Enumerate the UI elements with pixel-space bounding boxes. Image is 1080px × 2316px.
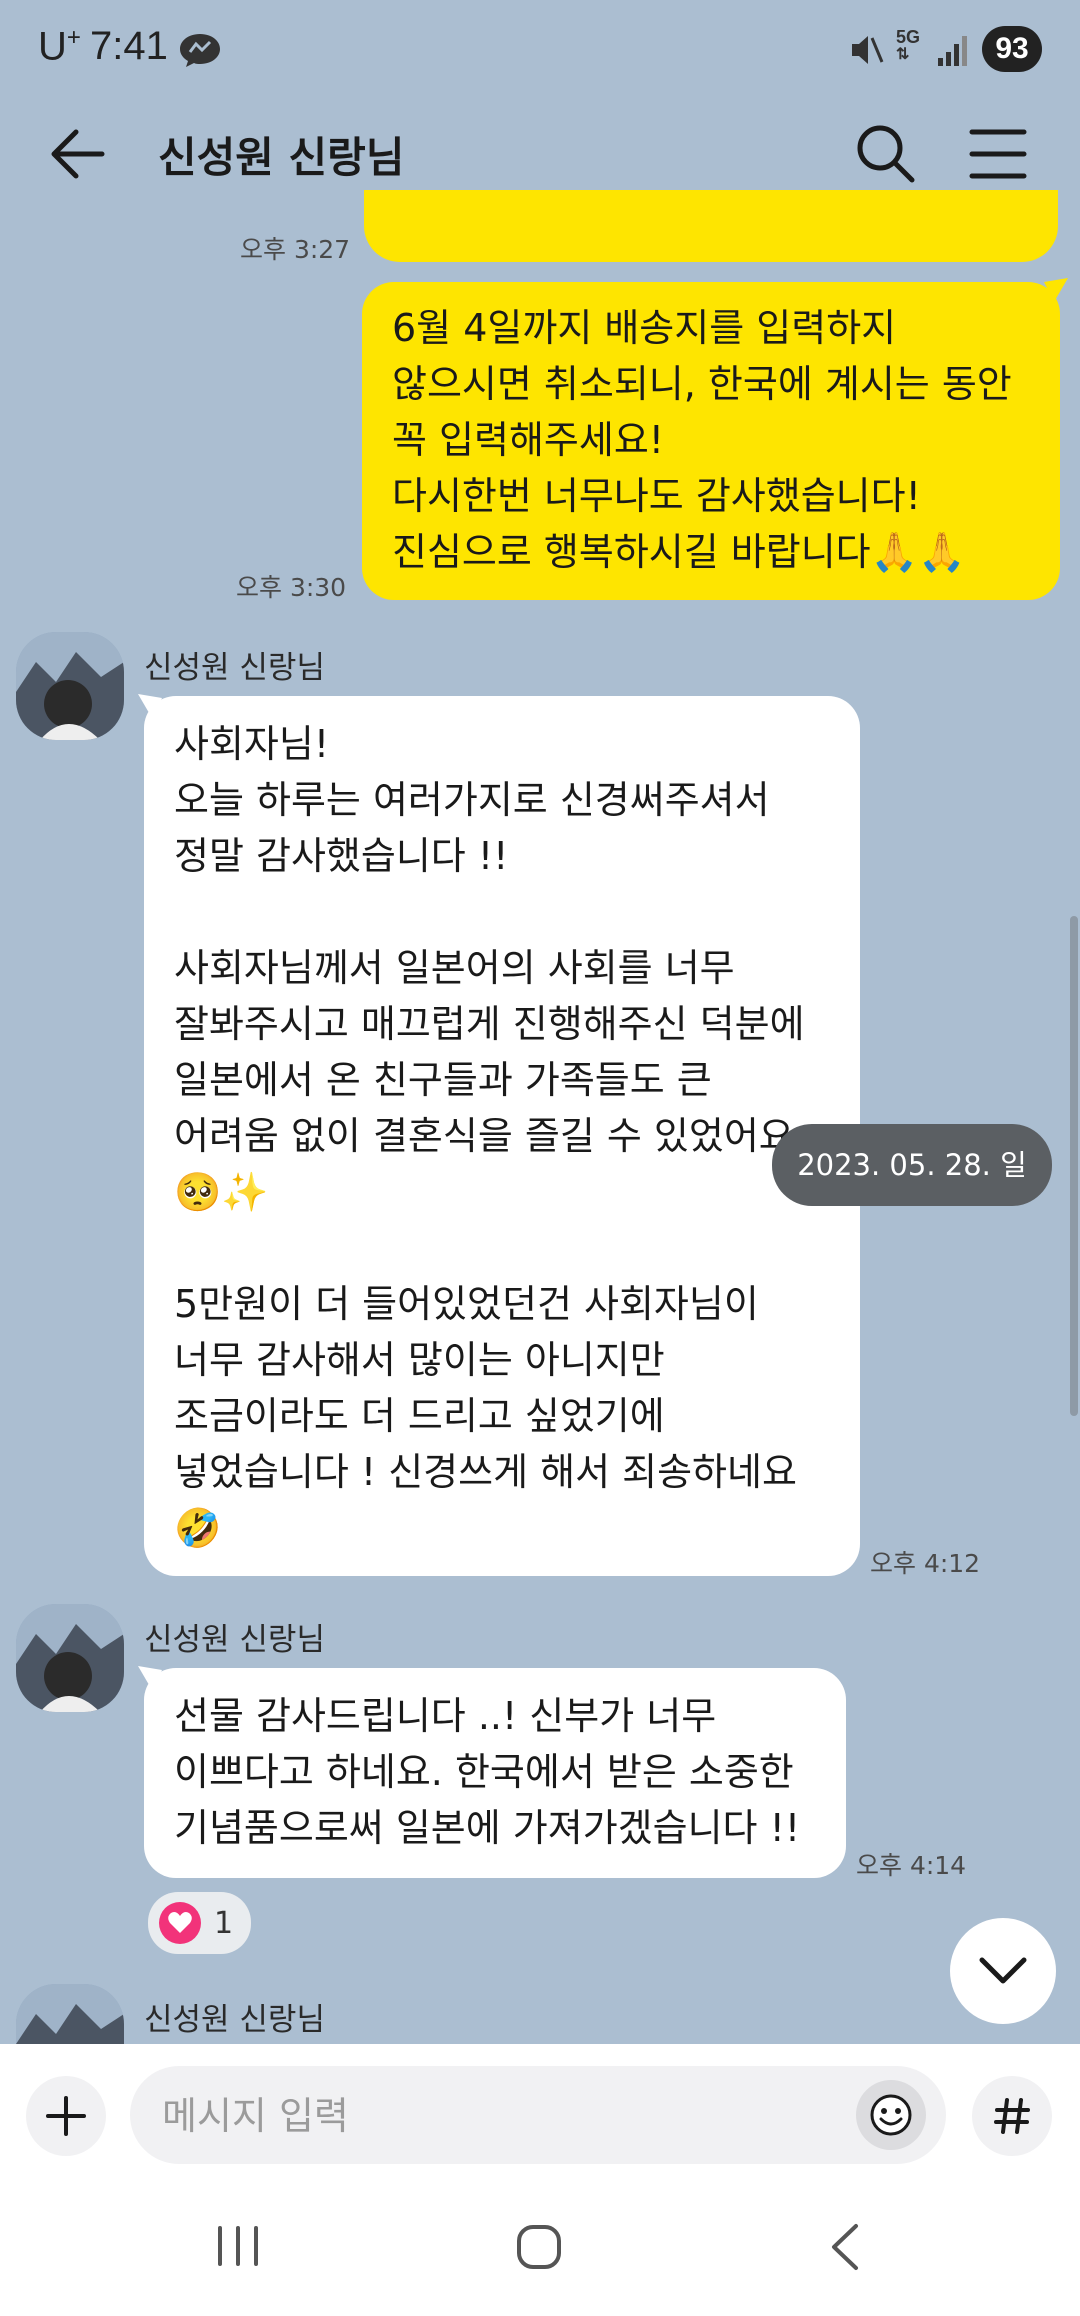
arrow-left-icon[interactable] xyxy=(46,124,108,184)
plus-icon xyxy=(46,2096,86,2136)
bubble-tail xyxy=(1044,278,1068,302)
signal-icon xyxy=(938,36,967,66)
hashtag-search-button[interactable] xyxy=(972,2076,1052,2156)
bubble-tail xyxy=(138,694,162,718)
bubble-tail xyxy=(138,1666,162,1690)
sender-name: 신성원 신랑님 xyxy=(144,2002,325,2038)
message-time: 오후 4:14 xyxy=(856,1851,967,1880)
attach-button[interactable] xyxy=(26,2076,106,2156)
recent-apps-icon[interactable] xyxy=(214,2224,262,2268)
message-time: 오후 3:30 xyxy=(236,573,347,602)
avatar[interactable] xyxy=(16,632,124,740)
message-input-container[interactable] xyxy=(130,2066,946,2164)
emoji-button[interactable] xyxy=(856,2080,926,2150)
my-message-bubble[interactable]: 6월 4일까지 배송지를 입력하지 않으시면 취소되니, 한국에 계시는 동안 … xyxy=(362,282,1060,600)
message-input[interactable] xyxy=(160,2084,804,2148)
reaction-count: 1 xyxy=(214,1905,234,1941)
sender-name: 신성원 신랑님 xyxy=(144,1622,325,1658)
messenger-notification-icon xyxy=(180,34,220,67)
clock: 7:41 xyxy=(90,24,168,68)
smiley-icon xyxy=(870,2094,912,2136)
home-icon[interactable] xyxy=(514,2222,564,2272)
sender-name: 신성원 신랑님 xyxy=(144,650,325,686)
back-icon[interactable] xyxy=(826,2222,862,2272)
hashtag-icon xyxy=(994,2098,1030,2134)
scrollbar-thumb[interactable] xyxy=(1070,916,1078,1416)
message-text: 선물 감사드립니다 ..! 신부가 너무 이쁘다고 하네요. 한국에서 받은 소… xyxy=(174,1694,801,1850)
battery-indicator: 93 xyxy=(982,26,1042,72)
date-divider: 2023. 05. 28. 일 xyxy=(772,1124,1052,1206)
status-bar: U+ 7:41 5G ⇅ 93 xyxy=(0,0,1080,100)
mute-icon xyxy=(852,36,884,64)
hamburger-menu-icon[interactable] xyxy=(968,126,1028,182)
chat-title: 신성원 신랑님 xyxy=(158,133,405,182)
avatar[interactable] xyxy=(16,1984,124,2044)
carrier-label: U+ xyxy=(38,24,81,69)
message-time: 오후 4:12 xyxy=(870,1549,981,1578)
search-icon[interactable] xyxy=(854,122,916,184)
avatar[interactable] xyxy=(16,1604,124,1712)
message-text: 6월 4일까지 배송지를 입력하지 않으시면 취소되니, 한국에 계시는 동안 … xyxy=(392,306,1012,574)
message-text: 사회자님! 오늘 하루는 여러가지로 신경써주셔서 정말 감사했습니다 !! 사… xyxy=(174,722,805,1550)
their-message-bubble[interactable]: 선물 감사드립니다 ..! 신부가 너무 이쁘다고 하네요. 한국에서 받은 소… xyxy=(144,1668,846,1878)
heart-icon xyxy=(159,1902,201,1944)
reaction-badge[interactable]: 1 xyxy=(148,1892,252,1954)
message-time: 오후 3:27 xyxy=(240,235,351,264)
scroll-to-bottom-button[interactable] xyxy=(950,1918,1056,2024)
previous-message-bubble[interactable] xyxy=(364,190,1058,262)
network-type: 5G ⇅ xyxy=(896,27,921,63)
chevron-down-icon xyxy=(979,1957,1027,1984)
their-message-bubble[interactable]: 사회자님! 오늘 하루는 여러가지로 신경써주셔서 정말 감사했습니다 !! 사… xyxy=(144,696,860,1576)
